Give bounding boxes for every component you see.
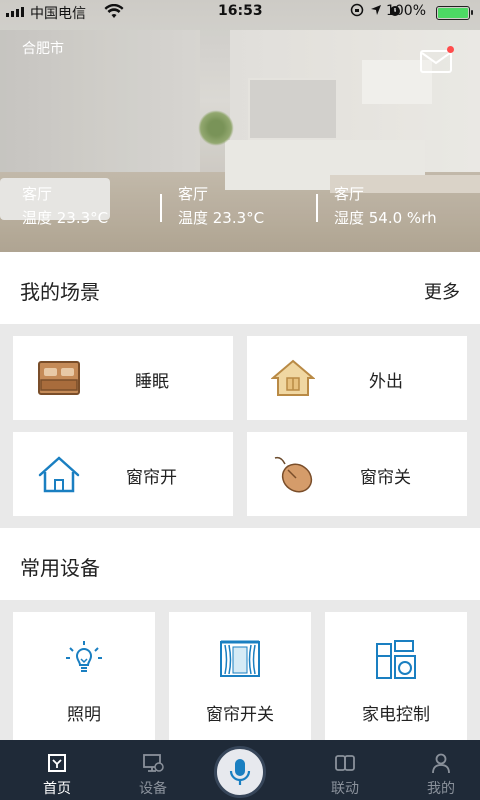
clock: 16:53: [218, 3, 263, 19]
tab-label: 联动: [331, 781, 359, 797]
home-icon: [38, 456, 80, 493]
tab-linkage[interactable]: 联动: [305, 740, 385, 800]
tab-devices[interactable]: 设备: [113, 740, 193, 800]
divider: [316, 194, 318, 222]
scenes-header: 我的场景 更多: [0, 252, 480, 324]
devices-header: 常用设备: [0, 528, 480, 600]
room-reading-3[interactable]: 客厅 湿度 54.0 %rh: [316, 182, 437, 230]
city-label[interactable]: 合肥市: [22, 38, 64, 58]
scene-card-curtain-open[interactable]: 窗帘开: [13, 432, 233, 516]
device-label: 照明: [67, 705, 101, 725]
device-tab-icon: [143, 754, 164, 772]
room-name: 客厅: [334, 185, 365, 203]
device-card-appliances[interactable]: 家电控制: [325, 612, 467, 740]
location-icon: [371, 5, 381, 15]
device-card-curtain-switch[interactable]: 窗帘开关: [169, 612, 311, 740]
room-value: 温度 23.3°C: [178, 209, 265, 227]
scene-card-curtain-close[interactable]: 窗帘关: [247, 432, 467, 516]
appliance-icon: [376, 640, 416, 679]
curtain-icon: [220, 640, 260, 677]
mail-button[interactable]: [420, 46, 454, 74]
voice-button[interactable]: [214, 746, 266, 798]
battery-percent: 100%: [385, 3, 426, 19]
bulb-icon: [66, 641, 102, 672]
room-reading-1[interactable]: 客厅 温度 23.3°C: [22, 182, 108, 230]
status-bar: 中国电信 16:53 100%: [0, 0, 480, 24]
section-title: 常用设备: [20, 556, 100, 580]
room-value: 湿度 54.0 %rh: [334, 209, 437, 227]
scene-label: 外出: [369, 372, 403, 392]
device-label: 家电控制: [362, 705, 430, 725]
tab-label: 我的: [427, 781, 455, 797]
scene-card-sleep[interactable]: 睡眠: [13, 336, 233, 420]
section-title: 我的场景: [20, 280, 100, 304]
person-tab-icon: [432, 753, 450, 774]
home-tab-icon: [48, 754, 66, 772]
room-name: 客厅: [22, 185, 53, 203]
rotation-lock-icon: [350, 3, 364, 17]
tab-label: 设备: [139, 781, 167, 797]
scene-label: 睡眠: [135, 372, 169, 392]
bed-icon: [38, 361, 80, 395]
wifi-icon: [104, 4, 124, 18]
mouse-icon: [274, 456, 313, 493]
scene-label: 窗帘关: [360, 468, 411, 488]
house-outline-icon: [271, 359, 315, 396]
link-tab-icon: [335, 755, 355, 771]
room-reading-2[interactable]: 客厅 温度 23.3°C: [160, 182, 265, 230]
carrier-label: 中国电信: [30, 6, 86, 22]
device-card-lighting[interactable]: 照明: [13, 612, 155, 740]
device-label: 窗帘开关: [206, 705, 274, 725]
tab-profile[interactable]: 我的: [401, 740, 480, 800]
room-name: 客厅: [178, 185, 209, 203]
tab-label: 首页: [43, 781, 71, 797]
unread-dot: [447, 46, 454, 53]
room-value: 温度 23.3°C: [22, 209, 109, 227]
tab-home[interactable]: 首页: [17, 740, 97, 800]
scene-label: 窗帘开: [126, 468, 177, 488]
microphone-icon: [229, 759, 251, 785]
room-readings: 客厅 温度 23.3°C 客厅 温度 23.3°C 客厅 湿度 54.0 %rh: [0, 182, 480, 232]
divider: [160, 194, 162, 222]
signal-icon: [6, 7, 24, 17]
more-link[interactable]: 更多: [424, 278, 460, 304]
scene-card-away[interactable]: 外出: [247, 336, 467, 420]
battery-icon: [436, 6, 473, 20]
